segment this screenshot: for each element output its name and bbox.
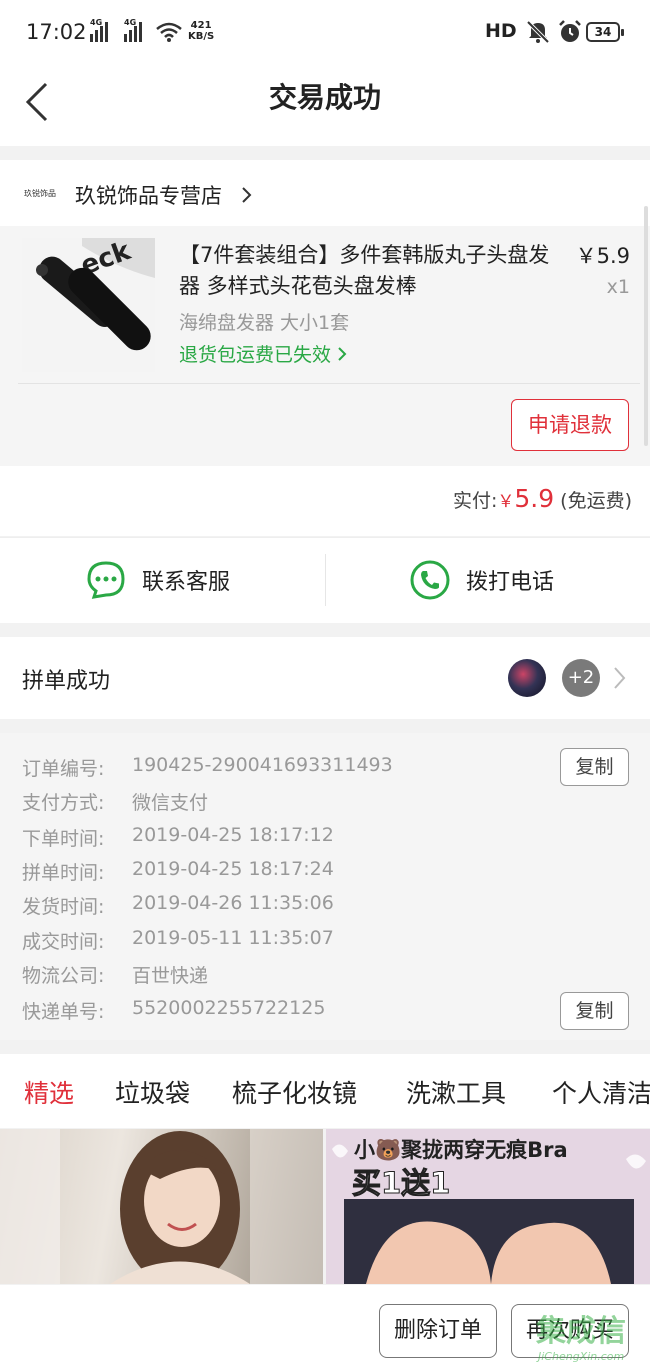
tab-comb-mirror[interactable]: 梳子化妆镜 [232,1074,357,1110]
divider [18,383,640,384]
status-bar: 17:02 4G 4G 421 KB/S HD 34 [0,0,650,64]
hd-indicator: HD [485,20,517,42]
tab-featured[interactable]: 精选 [24,1074,74,1110]
copy-tracking-number-button[interactable]: 复制 [560,992,629,1030]
tracking-number-row: 快递单号: 5520002255722125 [22,997,326,1023]
group-time-row: 拼单时间: 2019-04-25 18:17:24 [22,858,334,884]
tracking-number: 5520002255722125 [132,997,326,1019]
shop-logo: 玖锐饰品 [24,189,56,198]
order-time-row: 下单时间: 2019-04-25 18:17:12 [22,824,334,850]
order-number: 190425-290041693311493 [132,754,393,776]
order-details: 订单编号: 190425-290041693311493 复制 支付方式: 微信支付… [0,733,650,1040]
battery-icon: 34 [586,22,624,42]
mute-icon [526,20,550,44]
product-name[interactable]: 【7件套装组合】多件套韩版丸子头盘发器 多样式头花苞头盘发棒 [179,240,569,302]
order-number-row: 订单编号: 190425-290041693311493 [22,754,393,780]
contact-service-button[interactable]: 联系客服 [86,560,230,600]
banner-offer: 买1送1 [352,1166,450,1200]
refund-button[interactable]: 申请退款 [511,399,629,451]
payment-method-row: 支付方式: 微信支付 [22,792,209,814]
group-status: 拼单成功 [22,669,111,694]
deal-time-row: 成交时间: 2019-05-11 11:35:07 [22,927,334,953]
network-speed: 421 KB/S [188,20,215,42]
return-shipping-note[interactable]: 退货包运费已失效 [179,340,347,367]
courier-row: 物流公司: 百世快递 [22,965,209,987]
phone-icon [410,560,450,600]
product-price: ￥5.9 [575,244,630,268]
product-image[interactable]: eck [22,238,155,372]
payment-summary: 实付:￥5.9 (免运费) [0,466,650,536]
call-phone-button[interactable]: 拨打电话 [410,560,554,600]
product-card[interactable]: eck 【7件套装组合】多件套韩版丸子头盘发器 多样式头花苞头盘发棒 ￥5.9 … [0,206,650,466]
tab-personal-care[interactable]: 个人清洁 [552,1074,650,1110]
copy-order-number-button[interactable]: 复制 [560,748,629,786]
group-buy-row[interactable]: 拼单成功 +2 [0,637,650,719]
banner-headline: 小🐻聚拢两穿无痕Bra [354,1137,568,1162]
product-spec: 海绵盘发器 大小1套 [179,312,350,334]
ship-time-row: 发货时间: 2019-04-26 11:35:06 [22,892,334,918]
page-title: 交易成功 [268,81,381,114]
signal-icon-2: 4G [124,18,142,42]
recommend-tabs: 精选 垃圾袋 梳子化妆镜 洗漱工具 个人清洁 [0,1054,650,1128]
product-quantity: x1 [606,276,630,298]
shop-name[interactable]: 玖锐饰品专营店 [75,180,222,210]
alarm-icon [559,20,581,42]
more-members-badge[interactable]: +2 [562,659,600,697]
site-watermark: 集成信 JiChengXin.com [536,1314,626,1363]
paid-amount: 实付:￥5.9 (免运费) [452,484,632,513]
recommend-product-image[interactable] [0,1129,323,1284]
status-time: 17:02 [26,20,87,44]
shop-row[interactable]: 玖锐饰品 玖锐饰品专营店 [0,160,650,226]
tab-toiletries[interactable]: 洗漱工具 [406,1074,506,1110]
navigation-bar: 交易成功 [0,64,650,146]
signal-icon: 4G [90,18,108,42]
chevron-right-icon [338,347,347,361]
contact-row: 联系客服 拨打电话 [0,537,650,623]
avatar[interactable] [508,659,546,697]
divider [325,554,326,606]
tab-trash-bags[interactable]: 垃圾袋 [115,1074,190,1110]
chevron-right-icon [242,187,252,203]
chat-icon [87,561,125,599]
contact-service-label: 联系客服 [142,570,231,595]
return-shipping-text: 退货包运费已失效 [179,344,332,366]
delete-order-button[interactable]: 删除订单 [379,1304,497,1358]
chevron-right-icon [614,667,626,689]
wifi-icon [156,22,182,42]
call-phone-label: 拨打电话 [466,570,555,595]
scrollbar[interactable] [644,206,648,446]
recommend-product-image-2[interactable]: 小🐻聚拢两穿无痕Bra 买1送1 [326,1129,650,1284]
